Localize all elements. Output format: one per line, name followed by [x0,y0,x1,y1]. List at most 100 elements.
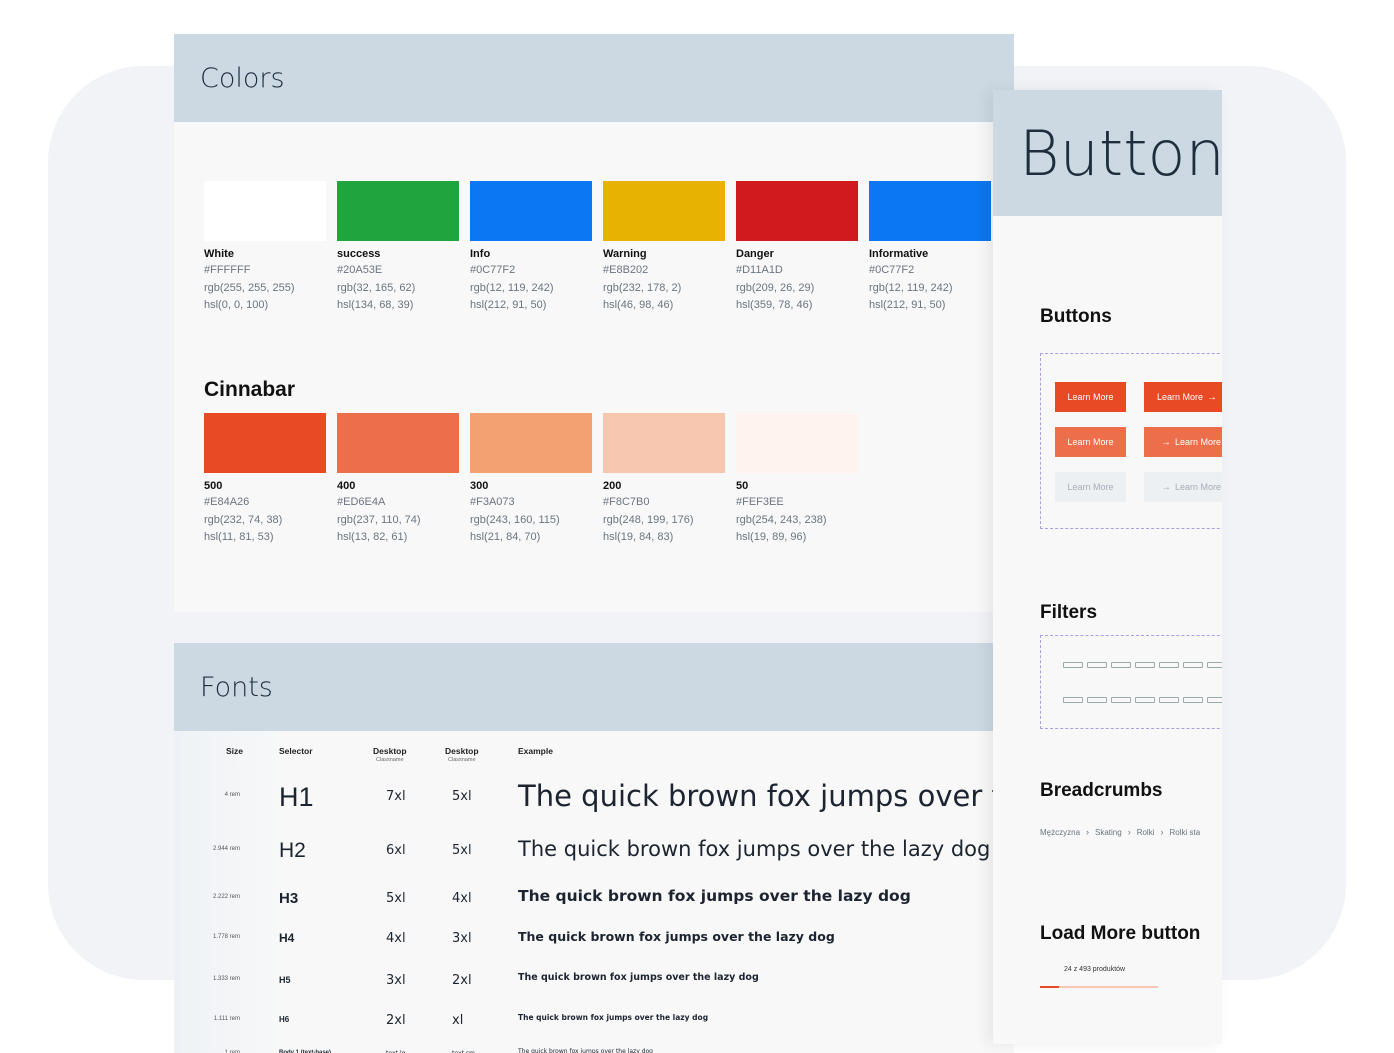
arrow-right-icon: → [1207,391,1218,403]
color-swatch: White #FFFFFF rgb(255, 255, 255) hsl(0, 0, … [204,181,326,315]
color-swatch: Danger #D11A1D rgb(209, 26, 29) hsl(359, 78… [736,181,858,315]
font-selector: H3 [279,889,299,907]
filter-chip[interactable] [1159,662,1179,668]
filter-chip[interactable] [1183,697,1203,703]
color-rgb: rgb(209, 26, 29) [736,281,815,294]
load-more-progress-fill [1040,986,1059,988]
breadcrumb-item[interactable]: Skating [1095,828,1122,837]
color-hex: #FFFFFF [204,264,251,276]
color-name: 50 [736,480,749,492]
filter-chip[interactable] [1111,697,1131,703]
color-hex: #D11A1D [736,264,783,276]
font-size-value: 1.111 rem [213,1016,240,1022]
filter-chip[interactable] [1135,662,1155,668]
desktop-classname-alt: 4xl [452,890,472,906]
color-chip [470,181,592,241]
color-hsl: hsl(13, 82, 61) [337,531,408,543]
buttons-demo-area: Learn More Learn More → Learn More → Learn… [1040,353,1222,529]
load-more-progress [1040,986,1158,988]
color-swatch: 50 #FEF3EE rgb(254, 243, 238) hsl(19, 89, 9… [736,413,858,547]
base-swatch-row: White #FFFFFF rgb(255, 255, 255) hsl(0, 0, … [204,181,991,315]
breadcrumb-item[interactable]: Rolki [1137,828,1155,837]
font-size-value: 2.944 rem [212,846,240,852]
buttons-sheet: Buttons Buttons Learn More Learn More→ L… [993,90,1222,1044]
learn-more-button-disabled: Learn More [1055,472,1126,502]
filter-chip[interactable] [1183,662,1203,668]
filter-chip[interactable] [1063,697,1083,703]
load-more-count: 24 z 493 produktów [1064,966,1126,973]
font-example: The quick brown fox jumps over the lazy … [518,836,991,861]
breadcrumb-item[interactable]: Rolki sta [1169,828,1200,837]
font-size-value: 4 rem [224,792,240,798]
filter-chip[interactable] [1087,662,1107,668]
desktop-classname-alt: 2xl [452,972,472,988]
filter-chip[interactable] [1207,662,1222,668]
font-example: The quick brown fox jumps over the lazy … [518,887,911,906]
font-row: 1 remBody 1 (text-base)text-lgtext-smThe… [174,1037,1014,1053]
learn-more-label: Learn More [1174,482,1222,492]
color-swatch: Info #0C77F2 rgb(12, 119, 242) hsl(212, 91,… [470,181,592,315]
color-chip [869,181,991,241]
filter-chip[interactable] [1135,697,1155,703]
color-rgb: rgb(232, 178, 2) [603,281,682,294]
color-name: Info [470,248,491,260]
learn-more-label: Learn More [1067,437,1114,447]
color-swatch: Informative #0C77F2 rgb(12, 119, 242) hsl(2… [869,181,991,315]
color-chip [736,181,858,241]
cinnabar-group-title: Cinnabar [204,378,296,401]
learn-more-label: Learn More [1067,392,1114,402]
breadcrumb-item[interactable]: Mężczyzna [1040,828,1080,837]
color-name: 300 [470,480,489,492]
color-hex: #0C77F2 [470,264,516,276]
font-row: 2.944 rem H2 6xl 5xl The quick brown fox jum… [174,833,1014,873]
color-hex: #F8C7B0 [603,496,650,508]
col-desktop-header: Desktop Classname [373,746,407,763]
learn-more-label: Learn More [1156,392,1204,402]
color-name: White [204,248,234,260]
color-chip [470,413,592,473]
color-rgb: rgb(12, 119, 242) [470,281,554,294]
color-swatch: 300 #F3A073 rgb(243, 160, 115) hsl(21, 84, … [470,413,592,547]
fonts-table: Size Selector Desktop Classname Desktop … [174,731,1014,1053]
color-rgb: rgb(12, 119, 242) [869,281,953,294]
col-example-header: Example [518,746,553,756]
cinnabar-swatch-row: 500 #E84A26 rgb(232, 74, 38) hsl(11, 81, 53… [204,413,858,547]
chevron-right-icon: › [1160,827,1164,837]
learn-more-button-primary[interactable]: Learn More [1055,382,1126,412]
learn-more-label: Learn More [1067,482,1114,492]
col-size-header: Size [226,746,244,756]
filter-chip[interactable] [1087,697,1107,703]
font-example: The quick brown fox jumps over the lazy … [518,928,835,944]
color-hsl: hsl(46, 98, 46) [603,299,674,311]
font-size-value: 1.333 rem [212,976,240,982]
filter-chip[interactable] [1111,662,1131,668]
col-classname-label: Classname [376,757,404,763]
learn-more-arrow-button-primary[interactable]: Learn More → [1144,382,1222,412]
color-swatch: 500 #E84A26 rgb(232, 74, 38) hsl(11, 81, 53… [204,413,326,547]
desktop-classname: 2xl [386,1012,406,1028]
font-row: 4 rem H1 7xl 5xl The quick brown fox jumps o… [174,779,1014,819]
col-desktop-label: Desktop [373,746,407,756]
font-size-value: 1.778 rem [212,934,240,940]
color-name: success [337,248,381,260]
col-selector-header: Selector [279,746,313,756]
color-hsl: hsl(0, 0, 100) [204,299,269,311]
filter-chip[interactable] [1159,697,1179,703]
filter-chip[interactable] [1207,697,1222,703]
color-hex: #F3A073 [470,496,515,508]
chevron-right-icon: › [1086,827,1090,837]
color-name: 200 [603,480,622,492]
col-desktop2-header: Desktop Classname [445,746,479,763]
fonts-title: Fonts [200,671,273,703]
color-hsl: hsl(212, 91, 50) [470,299,547,311]
font-example: The quick brown fox jumps over the lazy … [518,1048,653,1053]
font-selector: H1 [279,781,314,812]
learn-more-arrow-button-hover[interactable]: → Learn More [1144,427,1222,457]
color-rgb: rgb(248, 199, 176) [603,513,694,526]
color-rgb: rgb(232, 74, 38) [204,513,283,526]
colors-sheet: Colors White #FFFFFF rgb(255, 255, 255) hsl… [174,34,1014,612]
filter-chip[interactable] [1063,662,1083,668]
learn-more-button-hover[interactable]: Learn More [1055,427,1126,457]
font-size-value: 2.222 rem [212,894,240,900]
color-swatch: success #20A53E rgb(32, 165, 62) hsl(134, 6… [337,181,459,315]
